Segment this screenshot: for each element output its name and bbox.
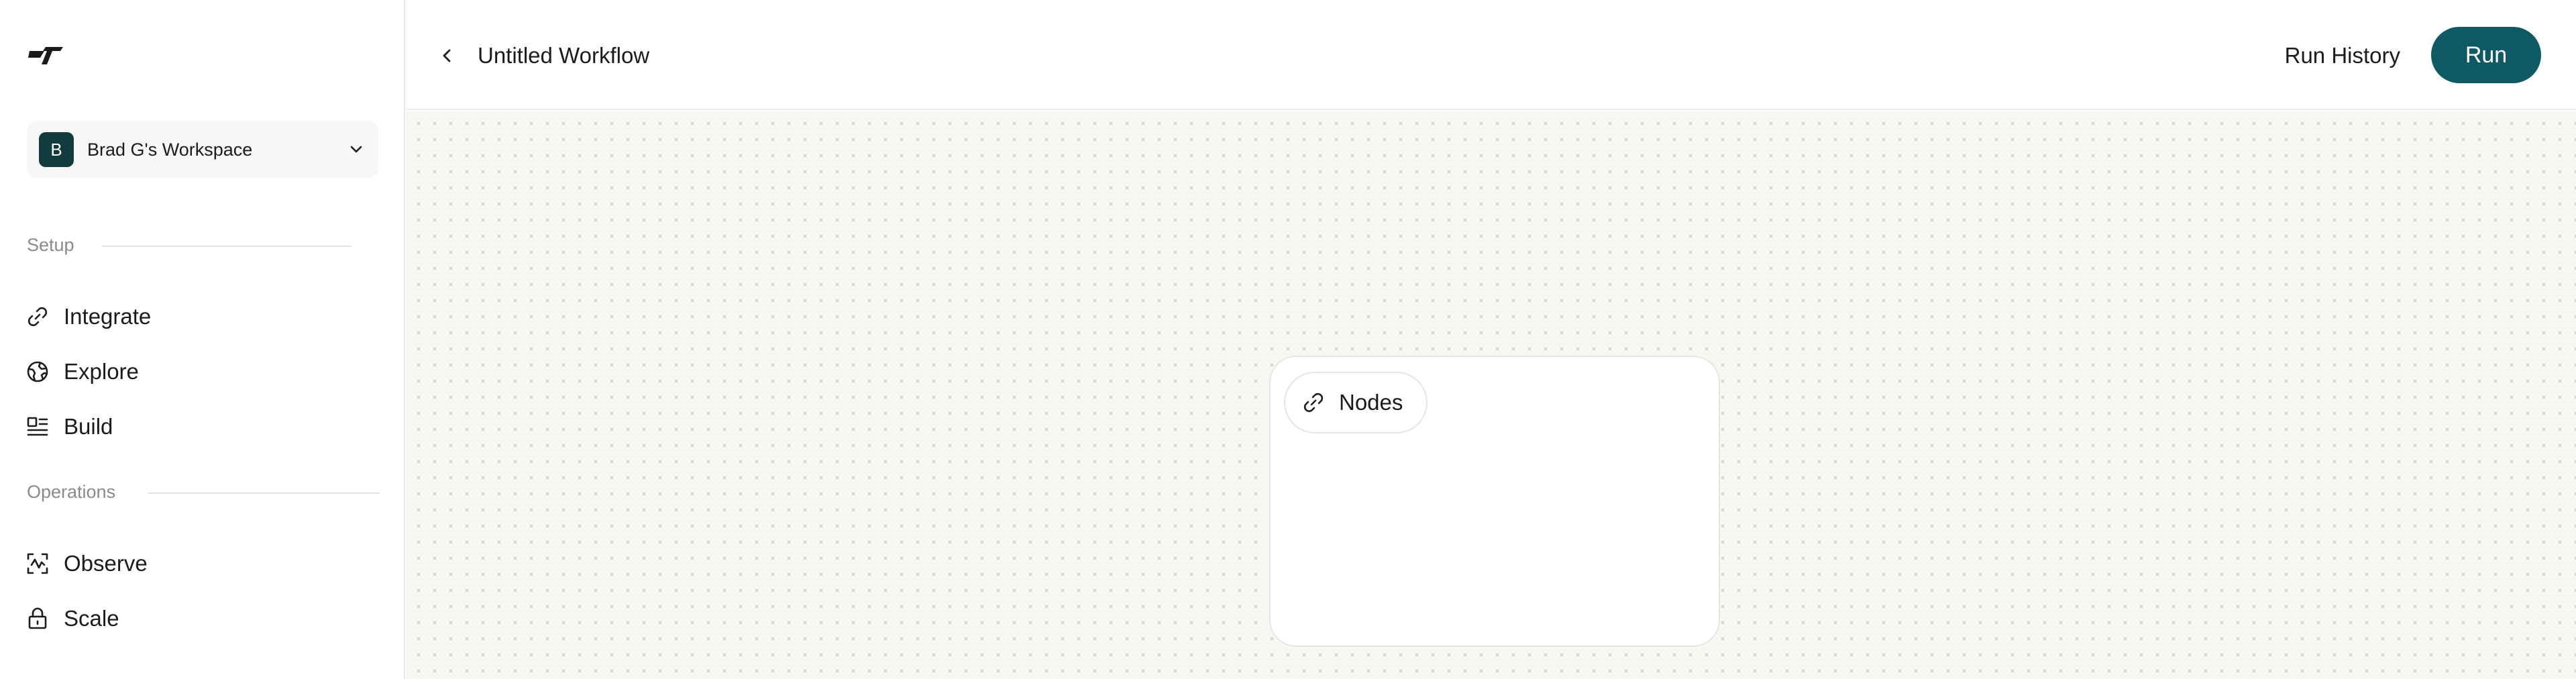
nodes-panel: Nodes <box>1269 356 1720 647</box>
globe-icon <box>25 360 50 384</box>
section-label-operations: Operations <box>27 482 116 502</box>
brand-logo[interactable] <box>27 42 64 68</box>
chevron-left-icon <box>443 49 451 62</box>
workspace-name: Brad G's Workspace <box>87 139 253 160</box>
workspace-switcher[interactable]: B Brad G's Workspace <box>27 121 378 178</box>
sidebar-item-scale[interactable]: Scale <box>25 598 119 639</box>
link-icon <box>1303 393 1324 413</box>
sidebar-item-observe[interactable]: Observe <box>25 543 148 584</box>
workflow-header: Untitled Workflow Run History Run <box>407 0 2576 110</box>
workflow-canvas[interactable]: Nodes <box>407 111 2576 679</box>
sidebar-item-label: Build <box>64 414 113 439</box>
workspace-avatar: B <box>39 132 74 167</box>
activity-frame-icon <box>25 552 50 576</box>
section-divider <box>148 492 380 494</box>
chevron-down-icon <box>350 146 362 153</box>
sidebar-item-integrate[interactable]: Integrate <box>25 297 151 337</box>
back-button[interactable] <box>431 42 464 70</box>
link-icon <box>25 305 50 329</box>
nodes-tab[interactable]: Nodes <box>1284 372 1428 433</box>
section-divider <box>102 246 352 247</box>
sidebar-item-label: Observe <box>64 551 148 576</box>
sidebar-item-build[interactable]: Build <box>25 407 113 447</box>
run-button[interactable]: Run <box>2431 27 2541 83</box>
workflow-title[interactable]: Untitled Workflow <box>478 42 649 70</box>
lock-icon <box>25 607 50 631</box>
section-label-setup: Setup <box>27 235 74 255</box>
run-history-button[interactable]: Run History <box>2285 42 2400 70</box>
node-palette: Nodes <box>1269 356 2121 647</box>
sidebar-item-label: Scale <box>64 606 119 631</box>
sidebar-item-label: Explore <box>64 359 139 384</box>
sidebar-item-label: Integrate <box>64 304 152 329</box>
sidebar: B Brad G's Workspace Setup Integrate Exp… <box>0 0 405 679</box>
layout-icon <box>25 415 50 439</box>
nodes-tab-label: Nodes <box>1339 390 1403 415</box>
sidebar-item-explore[interactable]: Explore <box>25 352 139 392</box>
